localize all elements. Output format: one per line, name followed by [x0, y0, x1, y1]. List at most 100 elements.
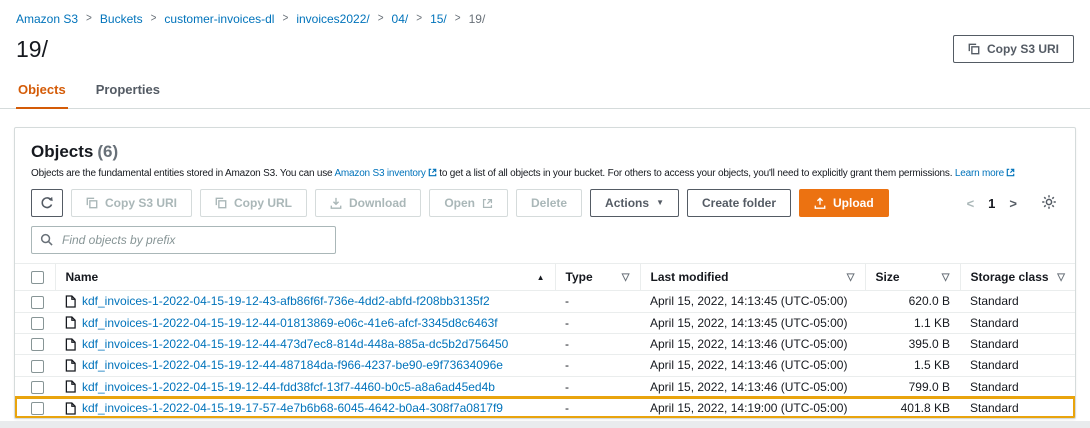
- column-header-type[interactable]: Type ▽: [554, 262, 640, 292]
- actions-dropdown-button[interactable]: Actions ▼: [590, 189, 679, 217]
- copy-icon: [215, 197, 227, 209]
- delete-label: Delete: [531, 196, 568, 210]
- download-label: Download: [349, 196, 407, 210]
- copy-s3-uri-header-button[interactable]: Copy S3 URI: [952, 35, 1074, 63]
- next-page-icon[interactable]: >: [1005, 194, 1021, 213]
- page-title: 19/: [16, 35, 48, 62]
- breadcrumb-link-bucket[interactable]: customer-invoices-dl: [164, 12, 274, 26]
- upload-button[interactable]: Upload: [799, 189, 889, 217]
- refresh-icon: [40, 196, 54, 210]
- objects-panel-title: Objects (6): [31, 142, 1059, 162]
- preferences-button[interactable]: [1039, 192, 1059, 215]
- file-icon: [65, 359, 76, 372]
- upload-label: Upload: [833, 196, 874, 210]
- breadcrumb-separator-icon: >: [86, 11, 92, 25]
- column-label-size: Size: [875, 270, 900, 285]
- create-folder-label: Create folder: [701, 196, 777, 210]
- sort-caret-icon[interactable]: ▽: [847, 272, 855, 283]
- copy-url-button[interactable]: Copy URL: [200, 189, 308, 217]
- object-name-link[interactable]: kdf_invoices-1-2022-04-15-19-12-44-01813…: [82, 316, 498, 330]
- objects-table: Name ▲ Type ▽ Last modified ▽ Size ▽ Sto…: [15, 262, 1075, 419]
- file-icon: [65, 380, 76, 393]
- page-header: 19/ Copy S3 URI: [0, 26, 1090, 73]
- breadcrumb-separator-icon: >: [150, 11, 157, 25]
- breadcrumb-link-amazon-s3[interactable]: Amazon S3: [16, 12, 78, 26]
- learn-more-link[interactable]: Learn more: [955, 168, 1004, 179]
- row-checkbox[interactable]: [31, 295, 44, 309]
- breadcrumb-link-buckets[interactable]: Buckets: [100, 12, 143, 26]
- column-label-name: Name: [65, 270, 99, 285]
- select-all-checkbox[interactable]: [31, 271, 44, 285]
- external-link-icon: [428, 168, 437, 180]
- object-size: 1.1 KB: [865, 312, 960, 334]
- object-type: -: [565, 401, 569, 416]
- column-header-size[interactable]: Size ▽: [864, 262, 960, 292]
- object-name-link[interactable]: kdf_invoices-1-2022-04-15-19-12-44-473d7…: [82, 337, 508, 351]
- description-text: to get a list of all objects in your buc…: [436, 168, 955, 179]
- breadcrumb-separator-icon: >: [282, 11, 289, 25]
- sort-caret-icon[interactable]: ▽: [622, 272, 630, 283]
- row-checkbox[interactable]: [31, 402, 44, 416]
- sort-caret-icon[interactable]: ▽: [942, 272, 950, 283]
- refresh-button[interactable]: [31, 189, 63, 217]
- breadcrumb-link-15[interactable]: 15/: [430, 12, 447, 26]
- tab-objects[interactable]: Objects: [16, 73, 68, 109]
- objects-toolbar: Copy S3 URI Copy URL Download Open Delet…: [15, 180, 1075, 217]
- open-label: Open: [444, 196, 476, 210]
- sort-ascending-icon[interactable]: ▲: [537, 273, 545, 282]
- objects-title-text: Objects: [31, 142, 94, 161]
- object-last-modified: April 15, 2022, 14:13:45 (UTC-05:00): [640, 312, 865, 334]
- create-folder-button[interactable]: Create folder: [686, 189, 792, 217]
- select-all-header: [15, 262, 55, 292]
- download-button[interactable]: Download: [315, 189, 422, 217]
- row-checkbox[interactable]: [31, 359, 44, 373]
- s3-inventory-link[interactable]: Amazon S3 inventory: [334, 168, 425, 179]
- object-last-modified: April 15, 2022, 14:13:46 (UTC-05:00): [640, 376, 865, 398]
- object-type: -: [555, 376, 640, 398]
- tab-properties[interactable]: Properties: [94, 73, 162, 108]
- object-size: 401.8 KB: [900, 401, 950, 416]
- row-checkbox[interactable]: [31, 316, 44, 330]
- object-size: 395.0 B: [865, 333, 960, 356]
- table-row: kdf_invoices-1-2022-04-15-19-12-43-afb86…: [15, 290, 1075, 313]
- tab-bar: Objects Properties: [0, 73, 1090, 109]
- breadcrumb-separator-icon: >: [416, 11, 423, 25]
- current-page-button[interactable]: 1: [988, 196, 995, 211]
- copy-icon: [86, 197, 98, 209]
- file-icon: [65, 316, 76, 329]
- search-row: [15, 217, 1075, 254]
- column-header-name[interactable]: Name ▲: [54, 262, 555, 292]
- object-name-link[interactable]: kdf_invoices-1-2022-04-15-19-12-44-fdd38…: [82, 380, 495, 394]
- object-last-modified: April 15, 2022, 14:13:46 (UTC-05:00): [640, 333, 865, 356]
- previous-page-icon[interactable]: <: [963, 194, 979, 213]
- description-text: Objects are the fundamental entities sto…: [31, 168, 335, 179]
- file-icon: [65, 337, 76, 351]
- column-label-last-modified: Last modified: [650, 270, 729, 285]
- object-type: -: [555, 290, 640, 313]
- row-checkbox[interactable]: [31, 380, 44, 394]
- open-button[interactable]: Open: [429, 189, 509, 217]
- table-header-row: Name ▲ Type ▽ Last modified ▽ Size ▽ Sto…: [15, 262, 1075, 292]
- object-type: -: [555, 354, 640, 377]
- copy-s3-uri-button[interactable]: Copy S3 URI: [71, 189, 193, 217]
- breadcrumb-link-invoices2022[interactable]: invoices2022/: [296, 12, 369, 26]
- tab-properties-label: Properties: [95, 82, 160, 97]
- sort-caret-icon[interactable]: ▽: [1057, 272, 1065, 283]
- object-storage-class: Standard: [960, 312, 1075, 334]
- object-name-link[interactable]: kdf_invoices-1-2022-04-15-19-12-44-48718…: [82, 358, 503, 372]
- copy-s3-uri-label: Copy S3 URI: [105, 196, 178, 210]
- column-header-storage-class[interactable]: Storage class ▽: [959, 262, 1075, 292]
- object-last-modified: April 15, 2022, 14:13:46 (UTC-05:00): [640, 354, 865, 377]
- search-box: [31, 226, 336, 254]
- row-checkbox[interactable]: [31, 338, 44, 352]
- copy-s3-uri-header-label: Copy S3 URI: [986, 42, 1059, 56]
- object-name-link[interactable]: kdf_invoices-1-2022-04-15-19-12-43-afb86…: [82, 294, 490, 308]
- breadcrumb: Amazon S3 > Buckets > customer-invoices-…: [0, 0, 1090, 26]
- gear-icon: [1041, 194, 1057, 213]
- breadcrumb-link-04[interactable]: 04/: [392, 12, 409, 26]
- delete-button[interactable]: Delete: [516, 189, 583, 217]
- search-input[interactable]: [31, 226, 336, 254]
- column-header-last-modified[interactable]: Last modified ▽: [639, 262, 865, 292]
- object-name-link[interactable]: kdf_invoices-1-2022-04-15-19-17-57-4e7b6…: [82, 401, 503, 415]
- caret-down-icon: ▼: [656, 198, 664, 207]
